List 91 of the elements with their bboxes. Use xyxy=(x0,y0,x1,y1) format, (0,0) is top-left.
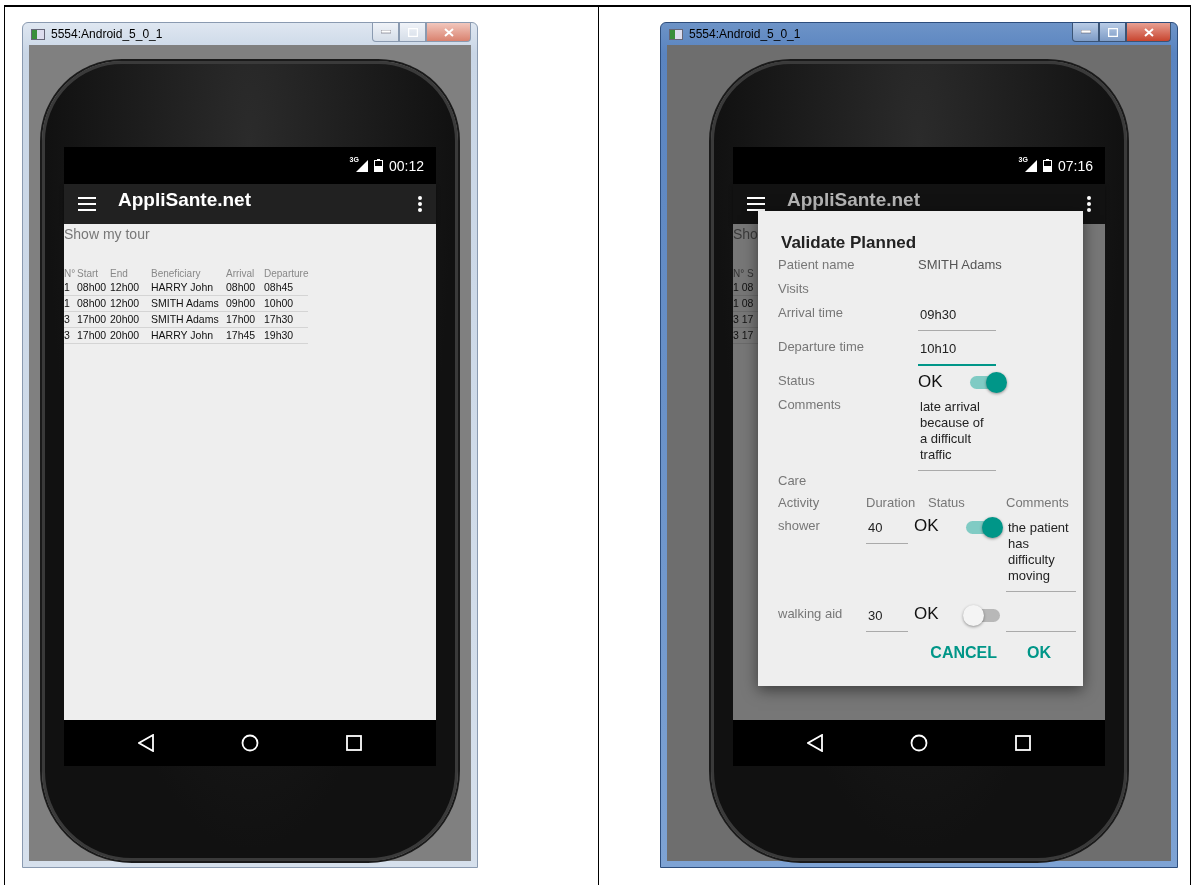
more-options-icon[interactable] xyxy=(1087,196,1091,212)
recents-icon xyxy=(1015,735,1032,751)
table-cell: 20h00 xyxy=(110,328,151,344)
table-cell: 09h00 xyxy=(226,296,264,312)
more-options-icon[interactable] xyxy=(418,196,422,212)
status-text: OK xyxy=(914,604,939,624)
column-header: Arrival xyxy=(226,268,256,280)
app-icon xyxy=(669,28,683,40)
table-cell: 17h30 xyxy=(264,312,309,328)
minimize-icon xyxy=(1080,30,1091,34)
duration-field[interactable]: 40 xyxy=(866,516,908,544)
column-header: Beneficiary xyxy=(151,268,202,280)
back-icon xyxy=(137,734,154,752)
close-button[interactable] xyxy=(1126,23,1171,42)
table-cell: 10h00 xyxy=(264,296,309,312)
battery-icon xyxy=(373,159,383,172)
field-label: Visits xyxy=(778,280,810,296)
table-cell: 08h45 xyxy=(264,280,309,296)
activity-name: walking aid xyxy=(778,605,844,621)
window-title: 5554:Android_5_0_1 xyxy=(689,27,801,41)
table-cell: 12h00 xyxy=(110,296,151,312)
table-cell: 3 xyxy=(64,328,77,344)
comments-field[interactable]: the patient has difficulty moving xyxy=(1006,516,1076,592)
app-title: AppliSante.net xyxy=(787,189,921,211)
field-label: Status xyxy=(778,372,816,389)
column-header: Activity xyxy=(778,495,821,510)
table-cell: 17h00 xyxy=(77,312,110,328)
input-field[interactable]: 10h10 xyxy=(918,336,996,366)
table-cell: 08h00 xyxy=(77,296,110,312)
back-icon xyxy=(806,734,823,752)
field-label: Comments xyxy=(778,396,842,413)
column-header: N° S xyxy=(733,268,755,280)
table-cell: HARRY John xyxy=(151,280,226,296)
field-label: Care xyxy=(778,472,808,488)
table-cell: 1 xyxy=(64,280,77,296)
recents-button[interactable] xyxy=(1015,735,1032,751)
menu-icon[interactable] xyxy=(747,197,765,211)
minimize-button[interactable] xyxy=(1072,23,1099,42)
close-icon xyxy=(443,27,454,37)
column-header: N° xyxy=(64,268,77,280)
menu-icon[interactable] xyxy=(78,197,96,211)
screen-heading: Sho xyxy=(733,225,758,242)
app-title: AppliSante.net xyxy=(118,189,252,211)
home-icon xyxy=(910,734,928,752)
column-header: End xyxy=(110,268,129,280)
screen-heading: Show my tour xyxy=(64,225,150,242)
table-cell: 1 xyxy=(64,296,77,312)
table-cell: 08h00 xyxy=(77,280,110,296)
battery-icon xyxy=(1042,159,1052,172)
minimize-button[interactable] xyxy=(372,23,399,42)
column-header: Comments xyxy=(1006,495,1070,510)
home-button[interactable] xyxy=(910,734,928,752)
back-button[interactable] xyxy=(137,734,154,752)
home-button[interactable] xyxy=(241,734,259,752)
table-cell: 17h00 xyxy=(77,328,110,344)
table-cell: HARRY John xyxy=(151,328,226,344)
table-cell: SMITH Adams xyxy=(151,312,226,328)
input-field[interactable]: late arrival because of a difficult traffic xyxy=(918,395,996,472)
column-header: Departure xyxy=(264,268,309,280)
activity-name: shower xyxy=(778,517,821,533)
maximize-icon xyxy=(1107,27,1118,37)
maximize-icon xyxy=(407,27,418,37)
status-text: OK xyxy=(918,372,943,393)
window-title: 5554:Android_5_0_1 xyxy=(51,27,163,41)
maximize-button[interactable] xyxy=(1099,23,1126,42)
input-field[interactable]: 09h30 xyxy=(918,303,996,331)
minimize-icon xyxy=(380,30,391,34)
field-label: Patient name xyxy=(778,256,856,272)
clock-time: 00:12 xyxy=(388,157,424,174)
recents-icon xyxy=(346,735,363,751)
table-cell: 3 xyxy=(64,312,77,328)
field-value: SMITH Adams xyxy=(918,256,1003,272)
table-cell: SMITH Adams xyxy=(151,296,226,312)
table-cell: 20h00 xyxy=(110,312,151,328)
column-header: Start xyxy=(77,268,100,280)
duration-field[interactable]: 30 xyxy=(866,604,908,632)
status-text: OK xyxy=(914,516,939,536)
table-cell: 19h30 xyxy=(264,328,309,344)
dialog-title: Validate Planned xyxy=(781,233,918,253)
home-icon xyxy=(241,734,259,752)
table-cell: 08h00 xyxy=(226,280,264,296)
column-header: Status xyxy=(927,495,966,510)
table-cell: 17h45 xyxy=(226,328,264,344)
app-icon xyxy=(31,28,45,40)
table-cell: 17h00 xyxy=(226,312,264,328)
column-header: Duration xyxy=(866,495,914,510)
close-icon xyxy=(1143,27,1154,37)
table-cell: 12h00 xyxy=(110,280,151,296)
recents-button[interactable] xyxy=(346,735,363,751)
clock-time: 07:16 xyxy=(1057,157,1093,174)
back-button[interactable] xyxy=(806,734,823,752)
